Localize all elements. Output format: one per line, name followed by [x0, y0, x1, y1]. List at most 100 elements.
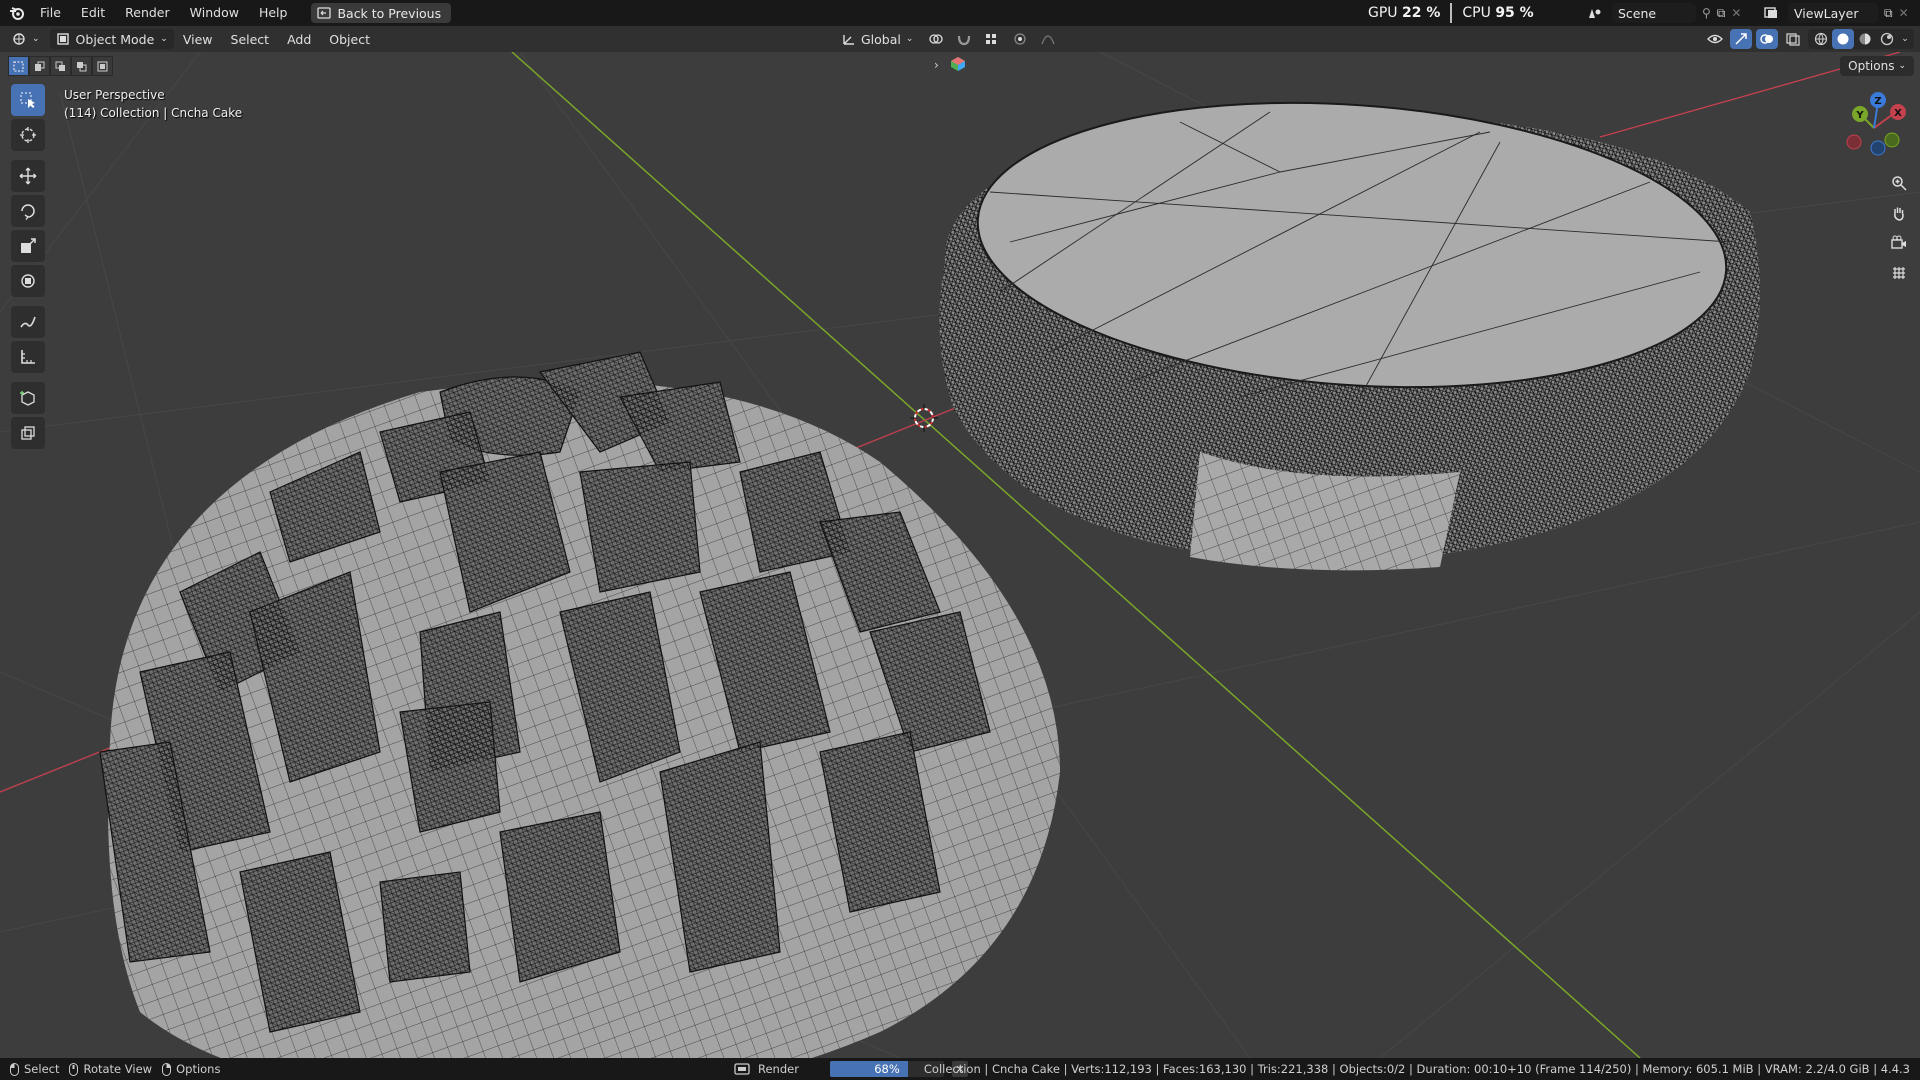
gpu-label: GPU — [1368, 5, 1398, 21]
menu-window[interactable]: Window — [180, 0, 249, 26]
view-layer-name-field[interactable]: ViewLayer — [1788, 3, 1878, 23]
viewport-scene[interactable] — [0, 52, 1920, 1058]
cpu-label: CPU — [1462, 5, 1491, 21]
delete-scene-icon[interactable]: ✕ — [1731, 6, 1741, 20]
proportional-editing-icon[interactable] — [1009, 29, 1031, 49]
view-layer-selector: ViewLayer ⧉ ✕ — [1760, 3, 1909, 23]
chevron-down-icon: ⌄ — [32, 34, 40, 44]
rotate-icon[interactable] — [11, 195, 45, 227]
header-menu-add[interactable]: Add — [278, 32, 320, 47]
snap-increment-icon[interactable] — [981, 29, 1003, 49]
view-layer-browse-icon[interactable] — [1760, 3, 1782, 23]
mode-label: Object Mode — [75, 31, 155, 47]
snap-icon[interactable] — [953, 29, 975, 49]
options-dropdown[interactable]: Options ⌄ — [1840, 56, 1914, 76]
measure-icon[interactable] — [11, 341, 45, 373]
header-menu-object[interactable]: Object — [320, 32, 379, 47]
perspective-label: User Perspective — [64, 88, 165, 102]
3d-viewport[interactable]: › User Perspective (114) Collection | Cn… — [0, 52, 1920, 1058]
pan-hand-icon[interactable] — [1886, 200, 1912, 226]
zoom-icon[interactable] — [1886, 170, 1912, 196]
scene-name-field[interactable]: Scene — [1612, 3, 1696, 23]
menu-edit[interactable]: Edit — [71, 0, 115, 26]
gizmo-y-label: Y — [1855, 110, 1864, 121]
hint-options: Options — [162, 1062, 220, 1076]
3d-viewport-icon — [13, 33, 25, 45]
select-subtract-icon[interactable] — [50, 56, 71, 76]
mouse-right-icon — [162, 1062, 172, 1076]
select-new-icon[interactable] — [8, 56, 29, 76]
select-extend-icon[interactable] — [29, 56, 50, 76]
orientation-dropdown[interactable]: Global ⌄ — [836, 29, 919, 49]
tool-shelf — [8, 84, 48, 452]
navigation-buttons — [1886, 170, 1912, 286]
viewport-header: ⌄ Object Mode ⌄ View Select Add Object G… — [0, 26, 1920, 52]
show-overlays-icon[interactable] — [1756, 29, 1778, 49]
hint-select: Select — [10, 1062, 59, 1076]
move-icon[interactable] — [11, 160, 45, 192]
scene-name: Scene — [1618, 5, 1657, 21]
cake-object[interactable] — [939, 79, 1760, 571]
gizmo-neg-x[interactable] — [1846, 134, 1862, 150]
ortho-toggle-icon[interactable] — [1886, 260, 1912, 286]
view-layer-name: ViewLayer — [1794, 5, 1859, 21]
header-menu-view[interactable]: View — [174, 32, 222, 47]
chevron-down-icon: ⌄ — [1898, 61, 1906, 71]
navigation-gizmo[interactable]: X Y Z — [1838, 88, 1910, 160]
wireframe-shading-icon[interactable] — [1810, 29, 1832, 49]
mode-dropdown[interactable]: Object Mode ⌄ — [49, 29, 174, 49]
camera-view-icon[interactable] — [1886, 230, 1912, 256]
back-to-previous-label: Back to Previous — [337, 5, 442, 21]
header-menu-select[interactable]: Select — [222, 32, 279, 47]
options-label: Options — [1848, 59, 1895, 73]
blender-logo-icon[interactable] — [4, 0, 30, 26]
mouse-middle-icon — [69, 1062, 79, 1076]
menu-render[interactable]: Render — [115, 0, 180, 26]
shading-options-icon[interactable]: ⌄ — [1898, 29, 1912, 49]
new-scene-icon[interactable]: ⧉ — [1717, 6, 1726, 21]
show-gizmo-icon[interactable] — [1730, 29, 1752, 49]
scene-statistics: Collection | Cncha Cake | Verts:112,193 … — [923, 1062, 1910, 1076]
gpu-value: 22 % — [1402, 5, 1441, 21]
xray-toggle-icon[interactable] — [1782, 29, 1804, 49]
pin-icon[interactable]: ⚲ — [1702, 6, 1711, 20]
visibility-icon[interactable] — [1704, 29, 1726, 49]
select-invert-icon[interactable] — [71, 56, 92, 76]
scene-selector: Scene ⚲ ⧉ ✕ — [1584, 3, 1752, 23]
gizmo-neg-z[interactable] — [1870, 140, 1886, 156]
chevron-right-icon[interactable]: › — [934, 58, 939, 72]
add-cube-icon[interactable] — [11, 382, 45, 414]
collection-label: (114) Collection | Cncha Cake — [64, 106, 243, 120]
cursor-icon[interactable] — [11, 119, 45, 151]
chevron-down-icon: ⌄ — [905, 34, 914, 44]
delete-view-layer-icon[interactable]: ✕ — [1899, 6, 1909, 20]
render-icon — [734, 1063, 750, 1075]
scale-icon[interactable] — [11, 230, 45, 262]
scene-statistics-icon[interactable] — [950, 56, 966, 75]
new-view-layer-icon[interactable]: ⧉ — [1884, 6, 1893, 21]
material-preview-icon[interactable] — [1854, 29, 1876, 49]
hint-rotate-view: Rotate View — [69, 1062, 152, 1076]
falloff-icon[interactable] — [1037, 29, 1059, 49]
selection-mode-buttons — [8, 56, 113, 76]
extrude-cube-icon[interactable] — [11, 417, 45, 449]
scene-browse-icon[interactable] — [1584, 3, 1606, 23]
select-intersect-icon[interactable] — [92, 56, 113, 76]
performance-readout: GPU 22 % CPU 95 % — [1368, 0, 1534, 26]
solid-shading-icon[interactable] — [1832, 29, 1854, 49]
back-to-previous-button[interactable]: Back to Previous — [311, 3, 452, 23]
pivot-point-icon[interactable] — [925, 29, 947, 49]
menu-file[interactable]: File — [30, 0, 71, 26]
gizmo-z-label: Z — [1874, 96, 1881, 107]
gizmo-neg-y[interactable] — [1884, 132, 1900, 148]
editor-type-dropdown[interactable]: ⌄ — [6, 29, 46, 49]
transform-icon[interactable] — [11, 265, 45, 297]
gizmo-x-label: X — [1894, 108, 1902, 119]
perf-divider — [1450, 3, 1453, 23]
rendered-shading-icon[interactable] — [1876, 29, 1898, 49]
viewport-info-text: User Perspective (114) Collection | Cnch… — [64, 86, 242, 122]
select-box-icon[interactable] — [11, 84, 45, 116]
menu-help[interactable]: Help — [249, 0, 298, 26]
concha-dome-object[interactable] — [99, 351, 1060, 1058]
annotate-icon[interactable] — [11, 306, 45, 338]
